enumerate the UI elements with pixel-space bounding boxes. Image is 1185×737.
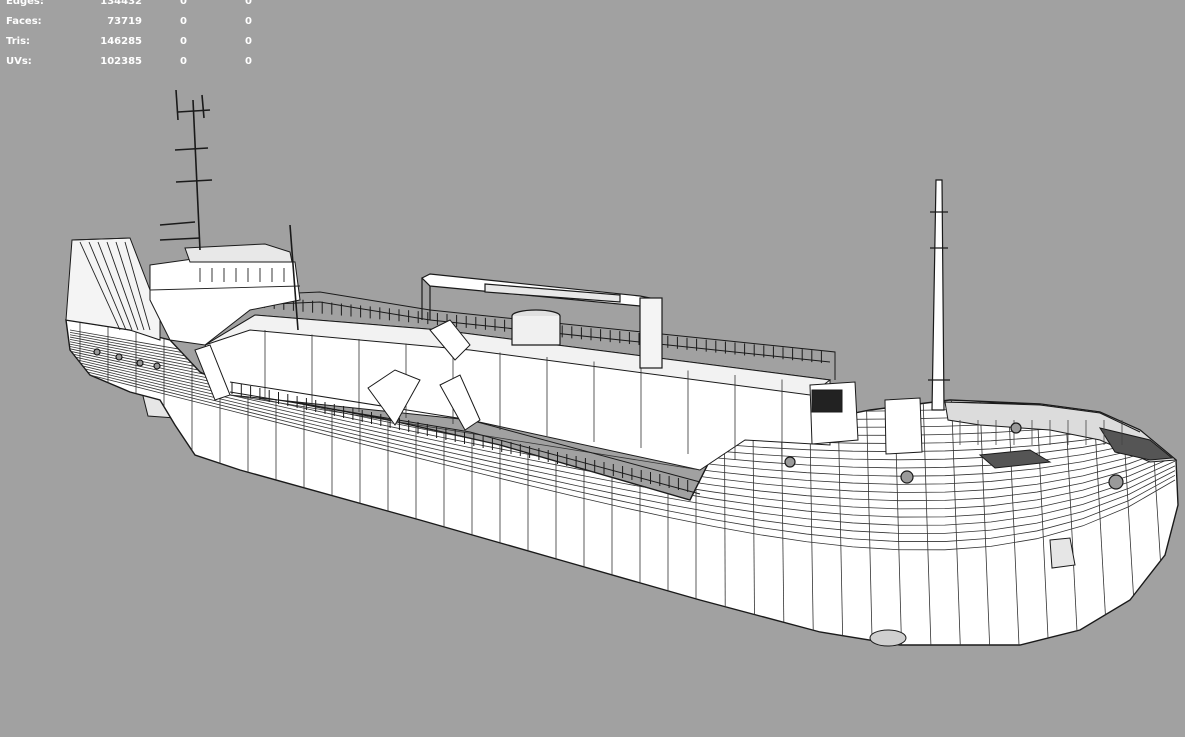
- hud-row: UVs: 102385 0 0: [6, 52, 266, 72]
- hud-value: 0: [180, 56, 187, 67]
- hud-value: 73719: [107, 16, 142, 27]
- hud-value: 0: [180, 0, 187, 7]
- polycount-hud: Edges: 134432 0 0 Faces: 73719 0 0 Tris: 146285 0 0…: [6, 0, 266, 72]
- bow-thruster: [869, 629, 907, 647]
- hud-value: 0: [245, 16, 252, 27]
- hud-label: Tris:: [6, 36, 31, 47]
- hud-row: Faces: 73719 0 0: [6, 12, 266, 32]
- hud-label: Faces:: [6, 16, 42, 27]
- hud-value: 0: [245, 36, 252, 47]
- hud-value: 134432: [100, 0, 142, 7]
- ship-wireframe-model[interactable]: [0, 0, 1185, 732]
- hud-value: 102385: [100, 56, 142, 67]
- hud-value: 0: [245, 56, 252, 67]
- forward-mast: [928, 179, 950, 411]
- hud-row: Tris: 146285 0 0: [6, 32, 266, 52]
- hud-value: 0: [180, 36, 187, 47]
- hud-value: 0: [245, 0, 252, 7]
- hud-row: Edges: 134432 0 0: [6, 0, 266, 12]
- hud-label: Edges:: [6, 0, 44, 7]
- hud-label: UVs:: [6, 56, 32, 67]
- 3d-viewport[interactable]: Edges: 134432 0 0 Faces: 73719 0 0 Tris: 146285 0 0…: [0, 0, 1185, 732]
- hud-value: 0: [180, 16, 187, 27]
- hud-value: 146285: [100, 36, 142, 47]
